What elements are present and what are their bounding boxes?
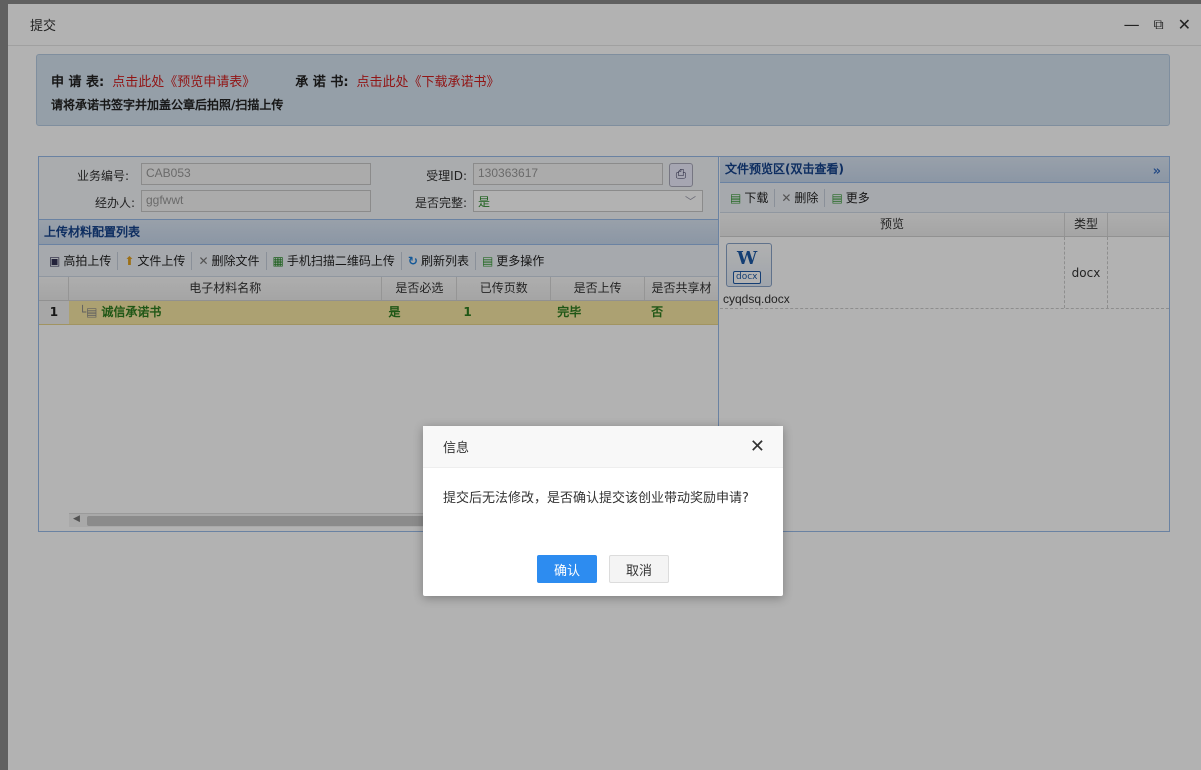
dialog-header: 信息 ✕ bbox=[423, 426, 783, 468]
confirm-dialog: 信息 ✕ 提交后无法修改，是否确认提交该创业带动奖励申请? 确认 取消 bbox=[423, 426, 783, 596]
modal-overlay[interactable] bbox=[0, 0, 1201, 770]
dialog-title: 信息 bbox=[443, 441, 470, 456]
close-icon[interactable]: ✕ bbox=[750, 436, 765, 457]
dialog-message: 提交后无法修改，是否确认提交该创业带动奖励申请? bbox=[443, 491, 749, 506]
cancel-button[interactable]: 取消 bbox=[609, 555, 669, 583]
confirm-button[interactable]: 确认 bbox=[537, 555, 597, 583]
